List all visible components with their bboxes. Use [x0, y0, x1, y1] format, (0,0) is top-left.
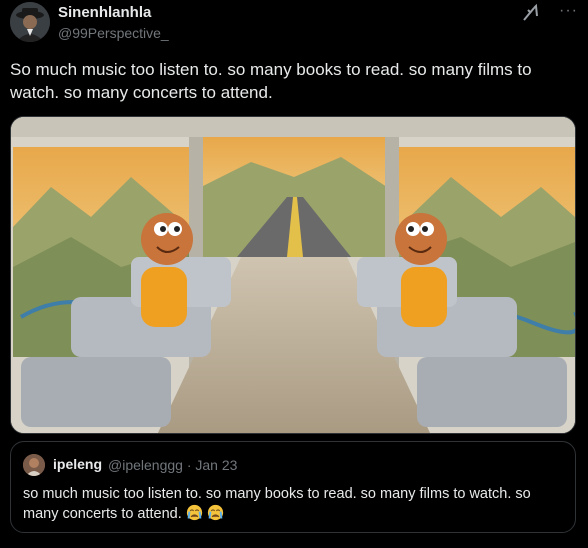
post-text: So much music too listen to. so many boo…	[10, 60, 532, 102]
crying-face-icon	[207, 504, 223, 521]
quote-text-body: so much music too listen to. so many boo…	[23, 486, 531, 522]
display-name[interactable]: Sinenhlanhla	[58, 4, 169, 22]
post-image[interactable]	[10, 116, 576, 434]
grok-icon[interactable]	[520, 2, 542, 24]
quote-display-name[interactable]: ipeleng	[53, 456, 102, 472]
quote-separator: ·	[186, 457, 192, 473]
quote-avatar[interactable]	[23, 454, 45, 476]
author-block: Sinenhlanhla @99Perspective_	[58, 4, 169, 42]
quote-date[interactable]: Jan 23	[195, 457, 237, 473]
handle[interactable]: @99Perspective_	[58, 24, 169, 42]
quote-text: so much music too listen to. so many boo…	[23, 484, 568, 524]
quote-handle[interactable]: @ipelenggg	[108, 457, 183, 473]
avatar[interactable]	[10, 2, 50, 42]
quote-meta: @ipelenggg · Jan 23	[108, 457, 237, 473]
crying-face-icon	[186, 504, 202, 521]
more-icon[interactable]: ···	[559, 3, 578, 19]
post-header: Sinenhlanhla @99Perspective_ ···	[10, 2, 578, 42]
quoted-post[interactable]: ipeleng @ipelenggg · Jan 23 so much musi…	[10, 441, 576, 533]
